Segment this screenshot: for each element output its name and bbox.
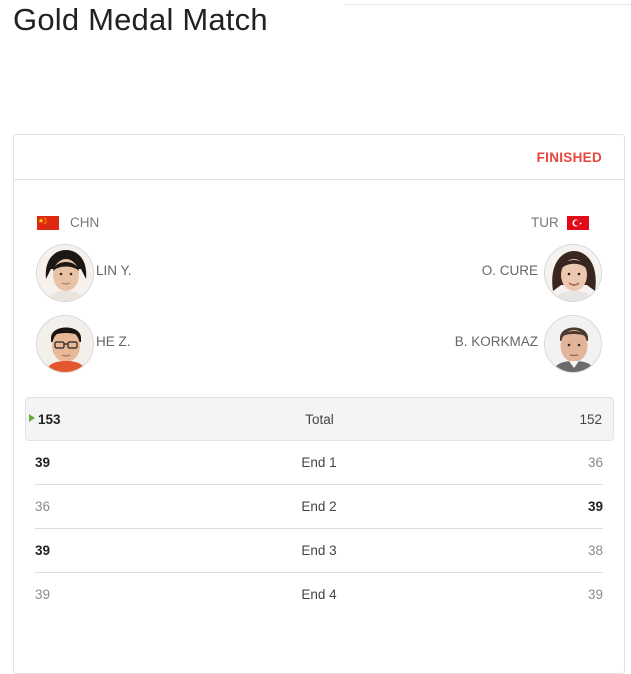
player-name-right-2: B. KORKMAZ [454, 334, 538, 349]
end-2-label: End 2 [301, 499, 337, 514]
total-label: Total [305, 412, 334, 427]
end-4-label: End 4 [301, 587, 337, 602]
page-title: Gold Medal Match [13, 2, 268, 37]
player-avatar-he [36, 315, 94, 373]
top-divider [344, 4, 631, 5]
end-2-right-score: 39 [587, 499, 603, 514]
player-avatar-cure [544, 244, 602, 302]
end-3-label: End 3 [301, 543, 337, 558]
player-avatar-lin [36, 244, 94, 302]
total-score-row: 153 Total 152 [25, 397, 614, 441]
total-right-score: 152 [579, 412, 602, 427]
end-row: 36 End 2 39 [35, 485, 603, 529]
player-name-left-1: LIN Y. [96, 263, 132, 278]
player-name-right-1: O. CURE [481, 263, 538, 278]
right-country-code: TUR [531, 215, 559, 230]
end-row: 39 End 4 39 [35, 573, 603, 617]
turkey-flag-icon [567, 216, 589, 230]
player-avatar-korkmaz [544, 315, 602, 373]
match-status: FINISHED [536, 150, 602, 165]
match-card-header: FINISHED [14, 135, 624, 180]
end-4-right-score: 39 [587, 587, 603, 602]
end-row: 39 End 3 38 [35, 529, 603, 573]
end-1-right-score: 36 [587, 455, 603, 470]
china-flag-icon [37, 216, 59, 230]
left-country-code: CHN [70, 215, 100, 230]
end-3-right-score: 38 [587, 543, 603, 558]
player-name-left-2: HE Z. [96, 334, 131, 349]
match-card: FINISHED CHN LIN Y. HE Z. TUR O. CURE B.… [13, 134, 625, 674]
end-row: 39 End 1 36 [35, 441, 603, 485]
end-1-label: End 1 [301, 455, 337, 470]
